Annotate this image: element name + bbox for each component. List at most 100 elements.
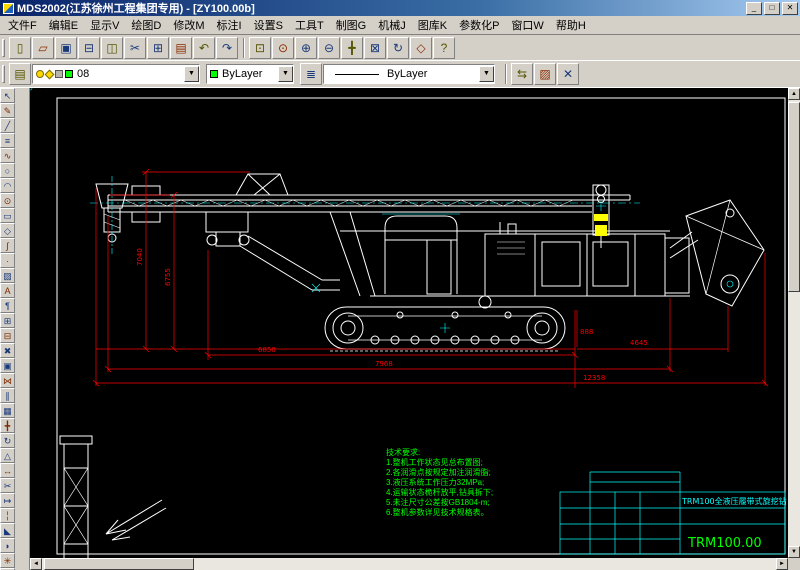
chamfer-icon[interactable]: ◣ (0, 523, 15, 538)
point-icon[interactable]: ∙ (0, 253, 15, 268)
note-line: 2.各润滑点按规定加注润滑脂; (386, 468, 493, 478)
copy-icon[interactable]: ⊞ (147, 37, 169, 59)
break-icon[interactable]: ╎ (0, 508, 15, 523)
new-file-icon[interactable]: ▯ (9, 37, 31, 59)
fillet-icon[interactable]: ◗ (0, 538, 15, 553)
explode-icon[interactable]: ✳ (0, 553, 15, 568)
mtext-icon[interactable]: ¶ (0, 298, 15, 313)
layer-manager-button[interactable]: ▤ (9, 63, 31, 85)
canvas-column: 7040 6755 6850 7968 12358 4645 888 (30, 88, 788, 570)
cut-icon[interactable]: ✂ (124, 37, 146, 59)
spline-icon[interactable]: ∫ (0, 238, 15, 253)
move-icon[interactable]: ╋ (0, 418, 15, 433)
vertical-scrollbar[interactable]: ▲ ▼ (788, 88, 800, 558)
horizontal-scrollbar[interactable]: ◄ ► (30, 558, 788, 570)
menu-item[interactable]: 标注I (211, 15, 248, 35)
construction-line-icon[interactable]: ≡ (0, 133, 15, 148)
zoom-all-icon[interactable]: ⊠ (364, 37, 386, 59)
redo-icon[interactable]: ↷ (216, 37, 238, 59)
arc-icon[interactable]: ◠ (0, 178, 15, 193)
color-dropdown-arrow[interactable]: ▼ (278, 66, 293, 82)
ellipse-icon[interactable]: ⊙ (0, 193, 15, 208)
horizontal-scroll-track[interactable] (42, 558, 776, 570)
purge-icon[interactable]: ✕ (557, 63, 579, 85)
menu-item[interactable]: 参数化P (453, 15, 505, 35)
linetype-dropdown-arrow[interactable]: ▼ (479, 66, 494, 82)
circle-icon[interactable]: ○ (0, 163, 15, 178)
window-title: MDS2002(江苏徐州工程集团专用) - [ZY100.00b] (17, 0, 746, 16)
minimize-button[interactable]: _ (746, 2, 762, 15)
scroll-left-button[interactable]: ◄ (30, 558, 42, 570)
save-icon[interactable]: ▣ (55, 37, 77, 59)
zoom-out-icon[interactable]: ⊖ (318, 37, 340, 59)
line-icon[interactable]: ╱ (0, 118, 15, 133)
offset-icon[interactable]: ∥ (0, 388, 15, 403)
erase-icon[interactable]: ✖ (0, 343, 15, 358)
mirror-icon[interactable]: ⋈ (0, 373, 15, 388)
titlebar[interactable]: MDS2002(江苏徐州工程集团专用) - [ZY100.00b] _ □ ✕ (0, 0, 800, 16)
print-icon[interactable]: ⊟ (78, 37, 100, 59)
osnap-icon[interactable]: ◇ (410, 37, 432, 59)
match-properties-icon[interactable]: ⇆ (511, 63, 533, 85)
menu-item[interactable]: 显示V (84, 15, 125, 35)
dim-bottom-inner: 6850 (258, 346, 276, 354)
menu-item[interactable]: 绘图D (125, 15, 167, 35)
scroll-up-button[interactable]: ▲ (788, 88, 800, 100)
text-icon[interactable]: A (0, 283, 15, 298)
array-icon[interactable]: ▦ (0, 403, 15, 418)
scroll-down-button[interactable]: ▼ (788, 546, 800, 558)
hatch-icon[interactable]: ▨ (0, 268, 15, 283)
app-icon (3, 3, 14, 14)
undo-icon[interactable]: ↶ (193, 37, 215, 59)
menu-item[interactable]: 机械J (372, 15, 412, 35)
zoom-window-icon[interactable]: ⊡ (249, 37, 271, 59)
trim-icon[interactable]: ✂ (0, 478, 15, 493)
horizontal-scroll-thumb[interactable] (44, 558, 194, 570)
select-icon[interactable]: ↖ (0, 88, 15, 103)
extend-icon[interactable]: ↦ (0, 493, 15, 508)
menu-item[interactable]: 制图G (330, 15, 373, 35)
menu-item[interactable]: 设置S (248, 15, 289, 35)
color-select[interactable]: ByLayer ▼ (206, 64, 294, 84)
redraw-icon[interactable]: ↻ (387, 37, 409, 59)
linetype-manager-button[interactable]: ≣ (300, 63, 322, 85)
drawing-canvas[interactable]: 7040 6755 6850 7968 12358 4645 888 (30, 88, 788, 558)
sketch-icon[interactable]: ✎ (0, 103, 15, 118)
close-button[interactable]: ✕ (782, 2, 798, 15)
toolbar-grip[interactable] (2, 39, 5, 57)
linetype-select[interactable]: ByLayer ▼ (323, 64, 495, 84)
rotate-icon[interactable]: ↻ (0, 433, 15, 448)
help-icon[interactable]: ? (433, 37, 455, 59)
scrollbar-corner (788, 558, 800, 570)
menu-item[interactable]: 编辑E (43, 15, 84, 35)
menu-item[interactable]: 工具T (289, 15, 330, 35)
titleblock-product: TRM100全液压履带式旋挖钻 (681, 496, 787, 506)
vertical-scroll-thumb[interactable] (788, 102, 800, 292)
toolbar-grip[interactable] (2, 65, 5, 83)
vertical-scroll-track[interactable] (788, 100, 800, 546)
insert-block-icon[interactable]: ⊟ (0, 328, 15, 343)
menu-item[interactable]: 修改M (167, 15, 210, 35)
stretch-icon[interactable]: ↔ (0, 463, 15, 478)
scroll-right-button[interactable]: ► (776, 558, 788, 570)
maximize-button[interactable]: □ (764, 2, 780, 15)
zoom-in-icon[interactable]: ⊕ (295, 37, 317, 59)
print-preview-icon[interactable]: ◫ (101, 37, 123, 59)
menu-item[interactable]: 文件F (2, 15, 43, 35)
pan-icon[interactable]: ╋ (341, 37, 363, 59)
menu-item[interactable]: 图库K (412, 15, 453, 35)
layer-dropdown-arrow[interactable]: ▼ (184, 66, 199, 82)
menu-item[interactable]: 窗口W (505, 15, 549, 35)
layer-select[interactable]: 08 ▼ (32, 64, 200, 84)
copy-object-icon[interactable]: ▣ (0, 358, 15, 373)
paste-icon[interactable]: ▤ (170, 37, 192, 59)
polygon-icon[interactable]: ◇ (0, 223, 15, 238)
block-icon[interactable]: ⊞ (0, 313, 15, 328)
open-file-icon[interactable]: ▱ (32, 37, 54, 59)
menu-item[interactable]: 帮助H (550, 15, 592, 35)
linetype-load-icon[interactable]: ▨ (534, 63, 556, 85)
polyline-icon[interactable]: ∿ (0, 148, 15, 163)
zoom-dynamic-icon[interactable]: ⊙ (272, 37, 294, 59)
rectangle-icon[interactable]: ▭ (0, 208, 15, 223)
scale-icon[interactable]: △ (0, 448, 15, 463)
